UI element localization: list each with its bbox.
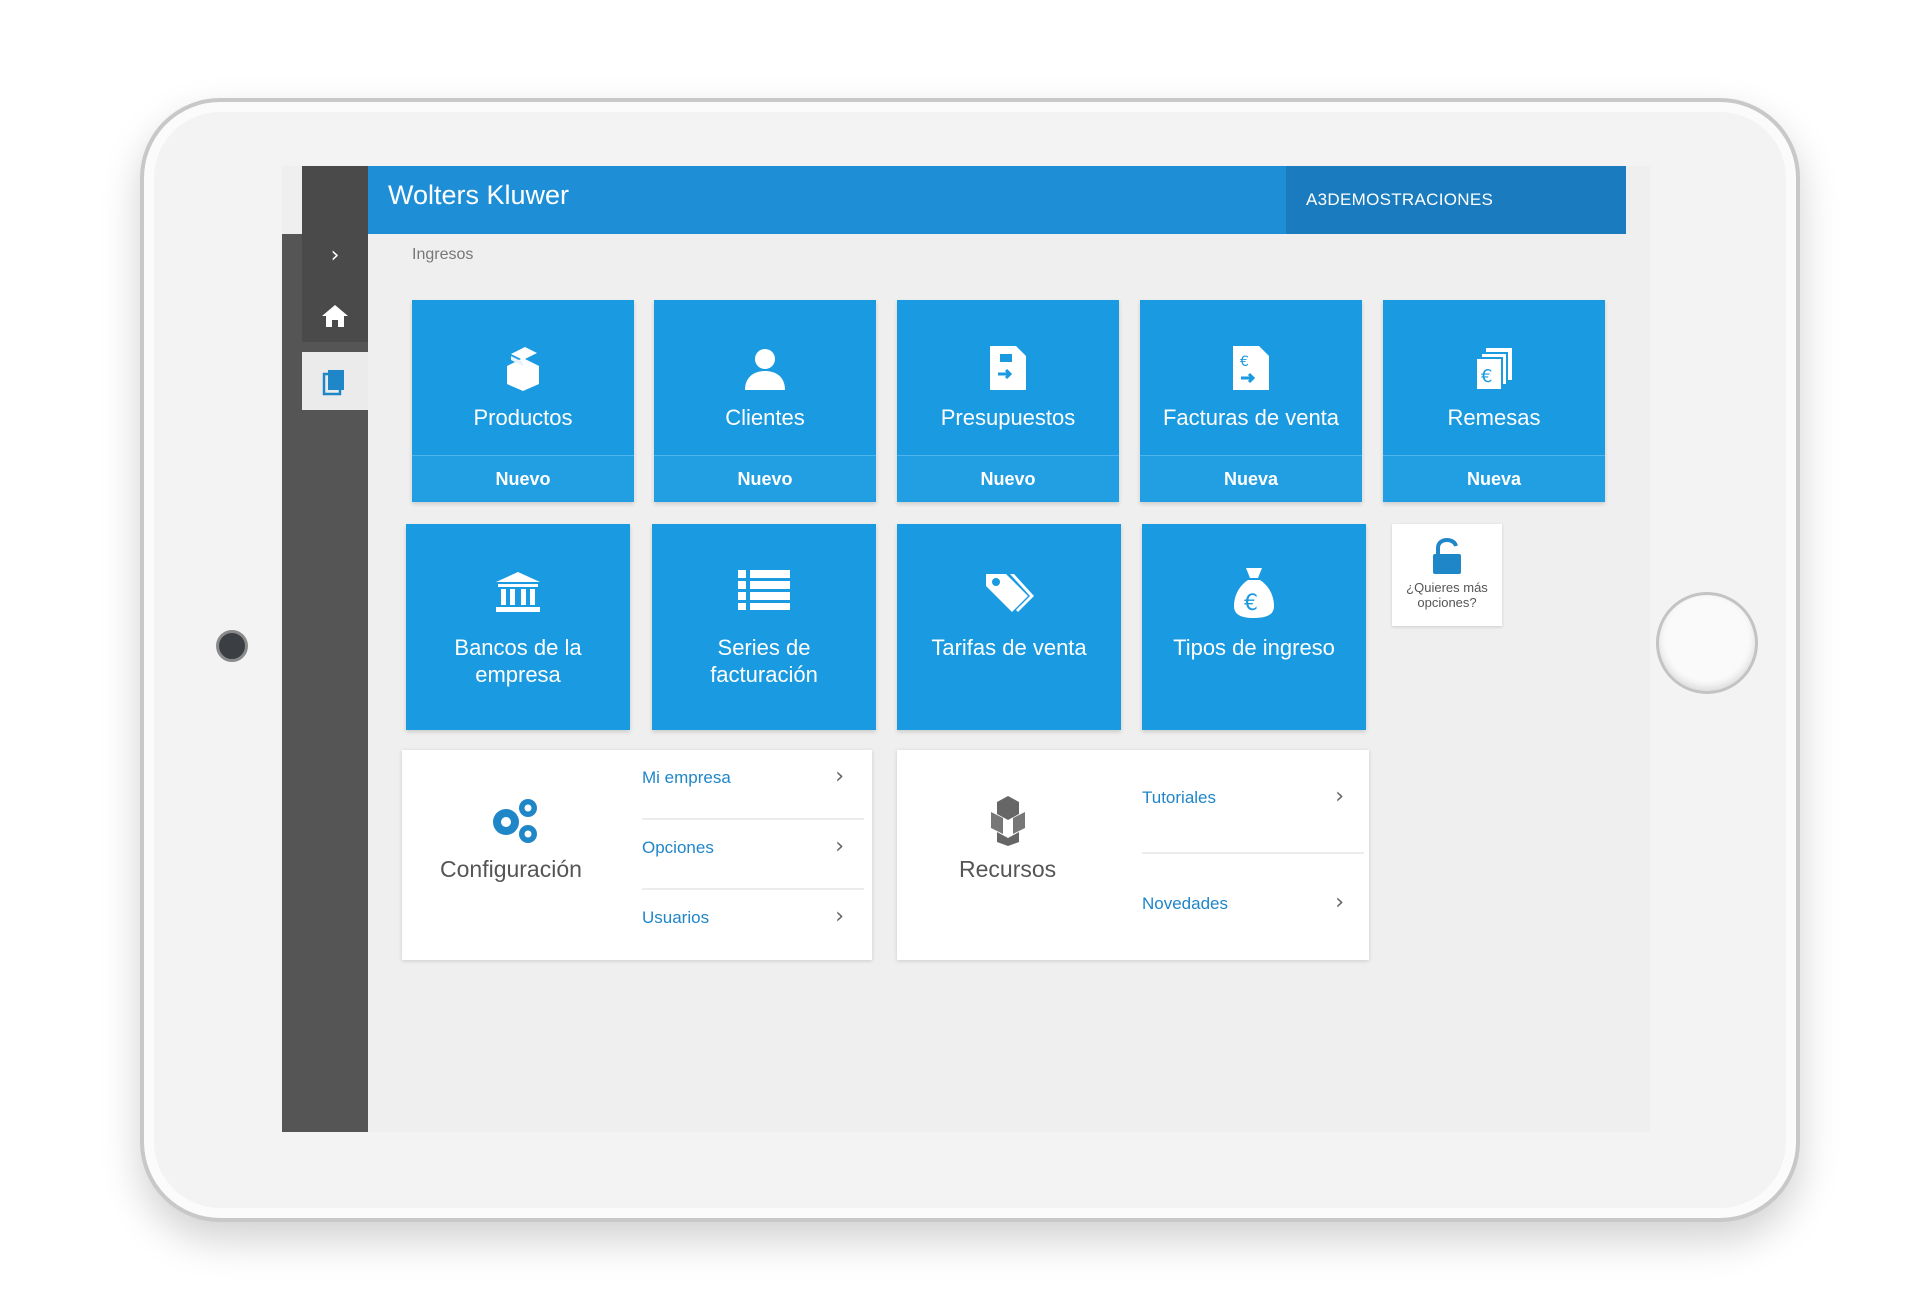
chevron-right-icon: › [1335, 890, 1344, 915]
link-label: Mi empresa [642, 768, 731, 787]
brand-name: Wolters Kluwer [388, 180, 570, 210]
chevron-right-icon: › [1335, 784, 1344, 809]
invoice-document-icon: € [1233, 346, 1269, 390]
boxes-icon [507, 347, 539, 391]
chevron-right-icon[interactable]: › [302, 234, 368, 278]
tile-facturas-de-venta[interactable]: € Facturas de venta Nueva [1140, 300, 1362, 502]
euro-stack-icon: € [1475, 348, 1512, 391]
tablet-home-button [1656, 592, 1758, 694]
app-screen: Wolters Kluwer A3DEMOSTRACIONES › Ingres… [282, 166, 1650, 1132]
config-title: Configuración [440, 856, 582, 882]
user-account-button[interactable]: A3DEMOSTRACIONES [1286, 166, 1626, 234]
link-label: Tutoriales [1142, 788, 1217, 807]
tile-new-button[interactable]: Nuevo [412, 455, 634, 502]
tile-label: Facturas de venta [1162, 405, 1340, 430]
tile-presupuestos[interactable]: Presupuestos Nuevo [897, 300, 1119, 502]
tile-label: Tipos de ingreso [1173, 635, 1335, 660]
chevron-right-icon: › [835, 834, 844, 859]
link-opciones[interactable]: Opciones › [642, 820, 864, 890]
svg-text:€: € [1240, 354, 1249, 370]
home-icon[interactable] [302, 294, 368, 338]
money-bag-icon: € [1234, 568, 1274, 618]
tile-label: Presupuestos [940, 405, 1076, 430]
tile-clientes[interactable]: Clientes Nuevo [654, 300, 876, 502]
tile-tipos-de-ingreso[interactable]: € Tipos de ingreso [1142, 524, 1366, 730]
more-options-button[interactable]: ¿Quieres más opciones? [1392, 524, 1502, 626]
breadcrumb[interactable]: Ingresos [412, 246, 473, 264]
svg-text:€: € [1244, 591, 1258, 616]
tile-new-button[interactable]: Nueva [1140, 455, 1362, 502]
link-label: Novedades [1142, 894, 1229, 913]
more-options-label: ¿Quieres más opciones? [1406, 580, 1488, 610]
tile-new-button[interactable]: Nueva [1383, 455, 1605, 502]
tile-label: Tarifas de venta [931, 635, 1087, 660]
resources-card: Recursos Tutoriales › Novedades › [897, 750, 1369, 960]
tile-label: Bancos de la empresa [454, 635, 582, 687]
link-label: Usuarios [642, 908, 710, 927]
tile-label: Series de facturación [710, 635, 818, 687]
camera-icon [216, 630, 248, 662]
tile-bancos-de-la-empresa[interactable]: Bancos de la empresa [406, 524, 630, 730]
link-novedades[interactable]: Novedades › [1142, 854, 1364, 958]
link-label: Opciones [642, 838, 714, 857]
tile-tarifas-de-venta[interactable]: Tarifas de venta [897, 524, 1121, 730]
tile-label: Remesas [1447, 405, 1541, 430]
svg-text:€: € [1481, 366, 1492, 387]
resources-title: Recursos [959, 856, 1057, 882]
tile-label: Productos [473, 405, 573, 430]
tile-new-button[interactable]: Nuevo [654, 455, 876, 502]
unlock-icon [1433, 537, 1461, 574]
gears-icon [493, 799, 537, 843]
tile-remesas[interactable]: € Remesas Nueva [1383, 300, 1605, 502]
link-usuarios[interactable]: Usuarios › [642, 890, 864, 960]
tile-series-de-facturacion[interactable]: Series de facturación [652, 524, 876, 730]
tile-new-button[interactable]: Nuevo [897, 455, 1119, 502]
link-tutoriales[interactable]: Tutoriales › [1142, 750, 1364, 854]
link-mi-empresa[interactable]: Mi empresa › [642, 750, 864, 820]
resources-icon [991, 796, 1025, 846]
tile-label: Clientes [725, 405, 805, 430]
tile-productos[interactable]: Productos Nuevo [412, 300, 634, 502]
chevron-right-icon: › [835, 904, 844, 929]
config-card: Configuración Mi empresa › Opciones › Usua… [402, 750, 872, 960]
list-icon [738, 570, 790, 610]
person-icon [745, 349, 785, 390]
quote-document-icon [990, 346, 1026, 390]
tags-icon [986, 574, 1034, 612]
chevron-right-icon: › [835, 764, 844, 789]
documents-icon [302, 362, 368, 402]
top-bar: Wolters Kluwer A3DEMOSTRACIONES [306, 166, 1626, 234]
bank-icon [496, 572, 540, 612]
